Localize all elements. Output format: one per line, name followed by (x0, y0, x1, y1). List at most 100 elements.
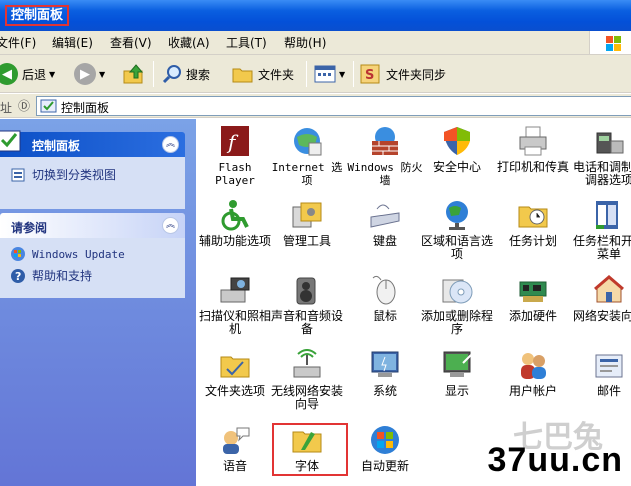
item-add-remove-programs[interactable]: 添加或删除程序 (418, 274, 496, 336)
item-admin-tools[interactable]: 管理工具 (268, 199, 346, 248)
back-arrow-icon: ◀ (0, 63, 18, 85)
item-taskbar-start[interactable]: 任务栏和开始菜单 (570, 199, 631, 261)
dropdown-arrow-icon: ▼ (99, 69, 106, 79)
toolbar: ◀ 后退 ▼ ▶ ▼ 搜索 文件夹 ▼ S 文件夹同步 (0, 55, 631, 93)
title-bar: 控制面板 (0, 0, 631, 31)
dropdown-arrow-icon: ▼ (339, 69, 346, 79)
scheduled-tasks-icon (517, 199, 549, 231)
keyboard-icon (369, 199, 401, 231)
wireless-icon (291, 349, 323, 381)
globe-icon (441, 199, 473, 231)
forward-button[interactable]: ▶ ▼ (74, 63, 105, 85)
firewall-icon (369, 125, 401, 157)
item-scheduled-tasks[interactable]: 任务计划 (494, 199, 572, 248)
menu-help[interactable]: 帮助(H) (284, 35, 326, 51)
control-panel-icon (0, 130, 21, 152)
item-accessibility[interactable]: 辅助功能选项 (196, 199, 274, 248)
add-hardware-icon (517, 274, 549, 306)
item-speech[interactable]: 语音 (196, 424, 274, 473)
flash-icon: f (219, 125, 251, 157)
sync-icon: S (360, 64, 380, 84)
views-button[interactable]: ▼ (314, 63, 345, 85)
up-folder-icon (123, 64, 144, 84)
item-regional-language[interactable]: 区域和语言选项 (418, 199, 496, 261)
item-wireless-setup-wizard[interactable]: 无线网络安装向导 (268, 349, 346, 411)
mail-icon (593, 349, 625, 381)
windows-update-link[interactable]: Windows Update (10, 246, 125, 262)
item-security-center[interactable]: 安全中心 (418, 125, 496, 174)
address-label: 址 (0, 101, 13, 115)
mouse-icon (369, 274, 401, 306)
forward-arrow-icon: ▶ (74, 63, 96, 85)
item-add-hardware[interactable]: 添加硬件 (494, 274, 572, 323)
category-view-icon (11, 168, 25, 181)
speech-icon (219, 424, 251, 456)
admin-tools-icon (291, 199, 323, 231)
panel-header[interactable]: 请参阅 ︽ (0, 213, 185, 238)
item-phone-modem[interactable]: 电话和调制解调器选项 (570, 125, 631, 187)
item-folder-options[interactable]: 文件夹选项 (196, 349, 274, 398)
collapse-chevron-icon[interactable]: ︽ (162, 217, 179, 234)
search-icon (162, 65, 181, 84)
item-mail[interactable]: 邮件 (570, 349, 631, 398)
windows-update-icon (11, 247, 25, 261)
internet-options-icon (291, 125, 323, 157)
up-folder-button[interactable] (122, 63, 146, 85)
item-scanners-cameras[interactable]: 扫描仪和照相机 (196, 274, 274, 336)
display-icon (441, 349, 473, 381)
speaker-icon (291, 274, 323, 306)
folders-button[interactable]: 文件夹 (232, 63, 294, 85)
svg-text:S: S (365, 68, 374, 83)
address-bar: 址 Ⓓ 控制面板 (0, 94, 631, 118)
item-sounds-audio[interactable]: 声音和音频设备 (268, 274, 346, 336)
folder-sync-button[interactable]: S 文件夹同步 (360, 63, 446, 85)
item-internet-options[interactable]: Internet 选项 (268, 125, 346, 187)
menu-favorites[interactable]: 收藏(A) (168, 35, 210, 51)
watermark: 37uu.cn (487, 441, 623, 479)
item-system[interactable]: 系统 (346, 349, 424, 398)
collapse-chevron-icon[interactable]: ︽ (162, 136, 179, 153)
item-windows-firewall[interactable]: Windows 防火墙 (346, 125, 424, 187)
views-icon (314, 65, 336, 83)
add-remove-icon (441, 274, 473, 306)
see-also-panel: 请参阅 ︽ Windows Update ? 帮助和支持 (0, 213, 185, 298)
window-title: 控制面板 (5, 5, 70, 26)
printer-icon (517, 125, 549, 157)
item-flash-player[interactable]: f Flash Player (196, 125, 274, 187)
address-input[interactable]: 控制面板 (36, 96, 631, 116)
folder-options-icon (219, 349, 251, 381)
item-network-setup-wizard[interactable]: 网络安装向导 (570, 274, 631, 323)
svg-text:?: ? (15, 270, 21, 283)
taskbar-icon (593, 199, 625, 231)
help-support-link[interactable]: ? 帮助和支持 (10, 267, 92, 284)
folder-icon (232, 68, 253, 83)
item-user-accounts[interactable]: 用户帐户 (494, 349, 572, 398)
menu-view[interactable]: 查看(V) (110, 35, 152, 51)
windows-update-icon (369, 424, 401, 456)
accessibility-icon (219, 199, 251, 231)
menu-file[interactable]: 文件(F) (0, 35, 36, 51)
item-automatic-updates[interactable]: 自动更新 (346, 424, 424, 473)
scanner-icon (219, 274, 251, 306)
panel-header[interactable]: 控制面板 ︽ (0, 130, 185, 157)
menu-edit[interactable]: 编辑(E) (52, 35, 93, 51)
address-hotkey: Ⓓ (18, 99, 31, 113)
item-keyboard[interactable]: 键盘 (346, 199, 424, 248)
control-panel-panel: 控制面板 ︽ 切换到分类视图 (0, 130, 185, 209)
control-panel-icon (40, 99, 57, 113)
fonts-highlight (272, 423, 348, 476)
item-mouse[interactable]: 鼠标 (346, 274, 424, 323)
item-printers-faxes[interactable]: 打印机和传真 (494, 125, 572, 174)
task-pane: 控制面板 ︽ 切换到分类视图 请参阅 ︽ Windows Update ? 帮助… (0, 119, 196, 486)
menu-tools[interactable]: 工具(T) (226, 35, 267, 51)
system-icon (369, 349, 401, 381)
network-setup-icon (593, 274, 625, 306)
menu-bar: 文件(F) 编辑(E) 查看(V) 收藏(A) 工具(T) 帮助(H) (0, 31, 631, 55)
back-button[interactable]: ◀ 后退 ▼ (0, 63, 55, 85)
phone-modem-icon (593, 125, 625, 157)
search-button[interactable]: 搜索 (162, 63, 210, 85)
item-display[interactable]: 显示 (418, 349, 496, 398)
windows-logo-icon (589, 31, 631, 54)
dropdown-arrow-icon: ▼ (49, 69, 56, 79)
switch-category-view-link[interactable]: 切换到分类视图 (10, 166, 116, 183)
